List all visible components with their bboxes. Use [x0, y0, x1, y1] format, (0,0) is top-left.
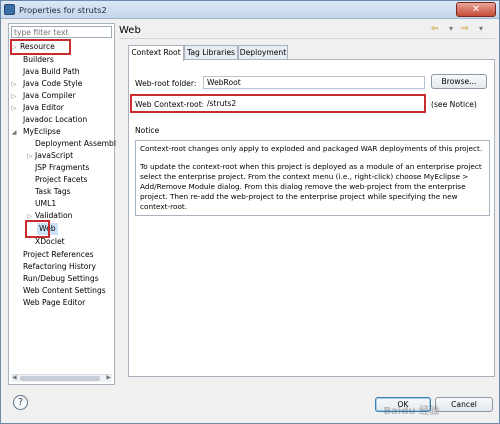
page-header: Web ⇦ ▾ ⇨ ▾: [119, 23, 497, 37]
expand-arrow-icon[interactable]: ▷: [27, 210, 33, 220]
expand-arrow-icon[interactable]: ▷: [11, 78, 17, 88]
resource-highlight-box: [10, 39, 71, 55]
context-root-highlight-box: [130, 94, 426, 113]
tree-item-javadoc-location[interactable]: Javadoc Location: [23, 114, 87, 126]
tab-context-root[interactable]: Context Root: [128, 45, 184, 61]
help-icon[interactable]: ?: [13, 395, 28, 410]
expand-arrow-icon[interactable]: ▷: [11, 90, 17, 100]
scrollbar-thumb[interactable]: [20, 376, 100, 381]
dialog-footer: ? OK Cancel Baidu 经验: [1, 387, 499, 423]
forward-menu-chevron-icon[interactable]: ▾: [479, 24, 483, 35]
tab-deployment[interactable]: Deployment: [238, 45, 288, 60]
context-root-panel: Web-root folder: WebRoot Browse... Web C…: [128, 59, 495, 377]
filter-input[interactable]: [12, 27, 111, 38]
tree-item-refactoring-history[interactable]: Refactoring History: [23, 261, 96, 273]
tree-item-task-tags[interactable]: Task Tags: [35, 186, 71, 198]
tab-tag-libraries[interactable]: Tag Libraries: [184, 45, 238, 60]
window-title: Properties for struts2: [19, 5, 107, 15]
tree-item-xdoclet[interactable]: XDoclet: [35, 236, 65, 248]
title-bar: Properties for struts2 ✕: [1, 1, 499, 19]
notice-box: Context-root changes only apply to explo…: [135, 140, 490, 216]
tree-item-java-build-path[interactable]: Java Build Path: [23, 66, 80, 78]
back-menu-chevron-icon[interactable]: ▾: [449, 24, 453, 35]
expand-arrow-icon[interactable]: ▷: [11, 102, 17, 112]
scroll-left-icon[interactable]: ◀: [12, 374, 17, 381]
tree-item-label: MyEclipse: [23, 127, 61, 136]
scroll-right-icon[interactable]: ▶: [106, 374, 111, 381]
app-icon: [4, 4, 15, 15]
tree-item-project-facets[interactable]: Project Facets: [35, 174, 88, 186]
tree-item-deployment-assembly[interactable]: Deployment Assembl: [35, 138, 116, 150]
tree-item-label: Java Compiler: [23, 91, 76, 100]
tree-item-jsp-fragments[interactable]: JSP Fragments: [35, 162, 89, 174]
close-button[interactable]: ✕: [456, 2, 496, 17]
tree-item-builders[interactable]: Builders: [23, 54, 54, 66]
tree-item-uml1[interactable]: UML1: [35, 198, 56, 210]
browse-button[interactable]: Browse...: [431, 74, 487, 89]
back-arrow-icon[interactable]: ⇦: [431, 24, 439, 35]
tree-item-web-content-settings[interactable]: Web Content Settings: [23, 285, 106, 297]
tree-item-run-debug-settings[interactable]: Run/Debug Settings: [23, 273, 99, 285]
webroot-folder-field[interactable]: WebRoot: [203, 76, 425, 89]
sidebar-horizontal-scrollbar[interactable]: ◀ ▶: [11, 374, 112, 382]
cancel-button[interactable]: Cancel: [435, 397, 493, 412]
tree-item-web-page-editor[interactable]: Web Page Editor: [23, 297, 85, 309]
notice-heading: Notice: [135, 126, 160, 135]
header-separator: [119, 38, 495, 39]
properties-dialog: Properties for struts2 ✕ ▷ Resource Buil…: [0, 0, 500, 424]
watermark-text: Baidu 经验: [383, 406, 439, 417]
see-notice-text: (see Notice): [431, 100, 477, 109]
tree-item-label: Java Editor: [23, 103, 64, 112]
page-title: Web: [119, 25, 141, 36]
expand-arrow-icon[interactable]: ▷: [27, 150, 33, 160]
tree-item-project-references[interactable]: Project References: [23, 249, 94, 261]
filter-field[interactable]: [11, 26, 112, 38]
notice-paragraph-2: To update the context-root when this pro…: [140, 162, 482, 211]
forward-arrow-icon[interactable]: ⇨: [461, 24, 469, 35]
notice-paragraph-1: Context-root changes only apply to explo…: [140, 144, 483, 153]
tree-item-label: JavaScript: [35, 151, 74, 160]
sidebar-tree: ▷ Resource Builders Java Build Path ▷ Ja…: [8, 23, 116, 385]
tree-item-label: Java Code Style: [23, 79, 83, 88]
collapse-arrow-icon[interactable]: ◢: [11, 126, 17, 136]
webroot-folder-label: Web-root folder:: [135, 79, 197, 88]
